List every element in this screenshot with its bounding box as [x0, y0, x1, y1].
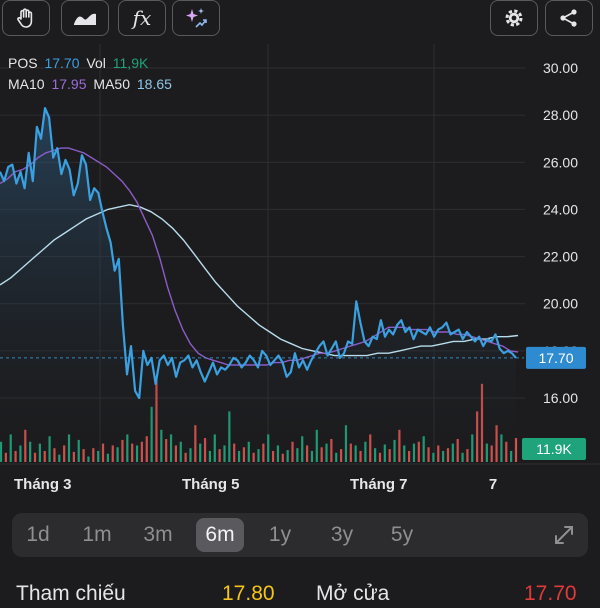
quote-summary: Tham chiếu 17.80 Mở cửa 17.70 — [0, 578, 600, 608]
ma10-value: 17.95 — [51, 76, 87, 92]
ticker-label: POS — [8, 55, 38, 71]
reference-price-label: Tham chiếu — [16, 582, 126, 605]
hand-tool-button[interactable] — [2, 0, 50, 36]
range-1d-button[interactable]: 1d — [14, 518, 62, 552]
range-1y-button[interactable]: 1y — [256, 518, 304, 552]
function-icon: fx — [132, 6, 152, 30]
hand-icon — [17, 8, 33, 28]
reference-price-value: 17.80 — [222, 582, 275, 605]
price-chart[interactable]: 30.0028.0026.0024.0022.0020.0018.0016.00… — [0, 40, 600, 500]
range-6m-button[interactable]: 6m — [196, 518, 244, 552]
y-tick-label: 26.00 — [543, 154, 578, 170]
range-1m-button[interactable]: 1m — [73, 518, 121, 552]
range-selector: 1d 1m 3m 6m 1y 3y 5y — [12, 513, 588, 557]
y-tick-label: 28.00 — [543, 107, 578, 123]
price-chart-svg: 30.0028.0026.0024.0022.0020.0018.0016.00… — [0, 44, 600, 493]
y-tick-label: 20.00 — [543, 296, 578, 312]
info-line-1: POS 17.70 Vol 11,9K — [8, 53, 175, 74]
current-price-tag-label: 17.70 — [538, 350, 573, 366]
x-tick-label: Tháng 3 — [14, 476, 72, 493]
price-value: 17.70 — [44, 55, 80, 71]
open-price-value: 17.70 — [524, 582, 577, 605]
x-tick-label: Tháng 7 — [350, 476, 408, 493]
range-3m-button[interactable]: 3m — [134, 518, 182, 552]
open-price-label: Mở cửa — [316, 582, 390, 605]
ma10-label: MA10 — [8, 76, 45, 92]
indicators-button[interactable]: fx — [118, 0, 166, 36]
gear-icon — [505, 9, 523, 27]
price-info-overlay: POS 17.70 Vol 11,9K MA10 17.95 MA50 18.6… — [8, 53, 175, 95]
chart-toolbar: fx — [0, 0, 600, 40]
info-line-2: MA10 17.95 MA50 18.65 — [8, 74, 175, 95]
chart-type-button[interactable] — [61, 0, 109, 36]
y-tick-label: 24.00 — [543, 201, 578, 217]
current-volume-tag-label: 11.9K — [536, 441, 572, 457]
settings-button[interactable] — [490, 0, 538, 36]
range-5y-button[interactable]: 5y — [378, 518, 426, 552]
x-tick-label: Tháng 5 — [182, 476, 240, 493]
area-chart-icon — [74, 13, 96, 25]
share-button[interactable] — [545, 0, 593, 36]
ma50-label: MA50 — [93, 76, 130, 92]
y-tick-label: 16.00 — [543, 390, 578, 406]
y-tick-label: 30.00 — [543, 60, 578, 76]
expand-icon[interactable] — [552, 523, 576, 547]
volume-value: 11,9K — [112, 55, 149, 71]
x-tick-label: 7 — [489, 476, 497, 493]
volume-label: Vol — [86, 55, 106, 71]
y-tick-label: 22.00 — [543, 249, 578, 265]
ma50-value: 18.65 — [136, 76, 172, 92]
ai-sparkle-icon — [186, 8, 207, 28]
range-3y-button[interactable]: 3y — [318, 518, 366, 552]
ai-analysis-button[interactable] — [172, 0, 220, 36]
price-area-fill — [0, 108, 516, 462]
share-icon — [560, 9, 577, 27]
